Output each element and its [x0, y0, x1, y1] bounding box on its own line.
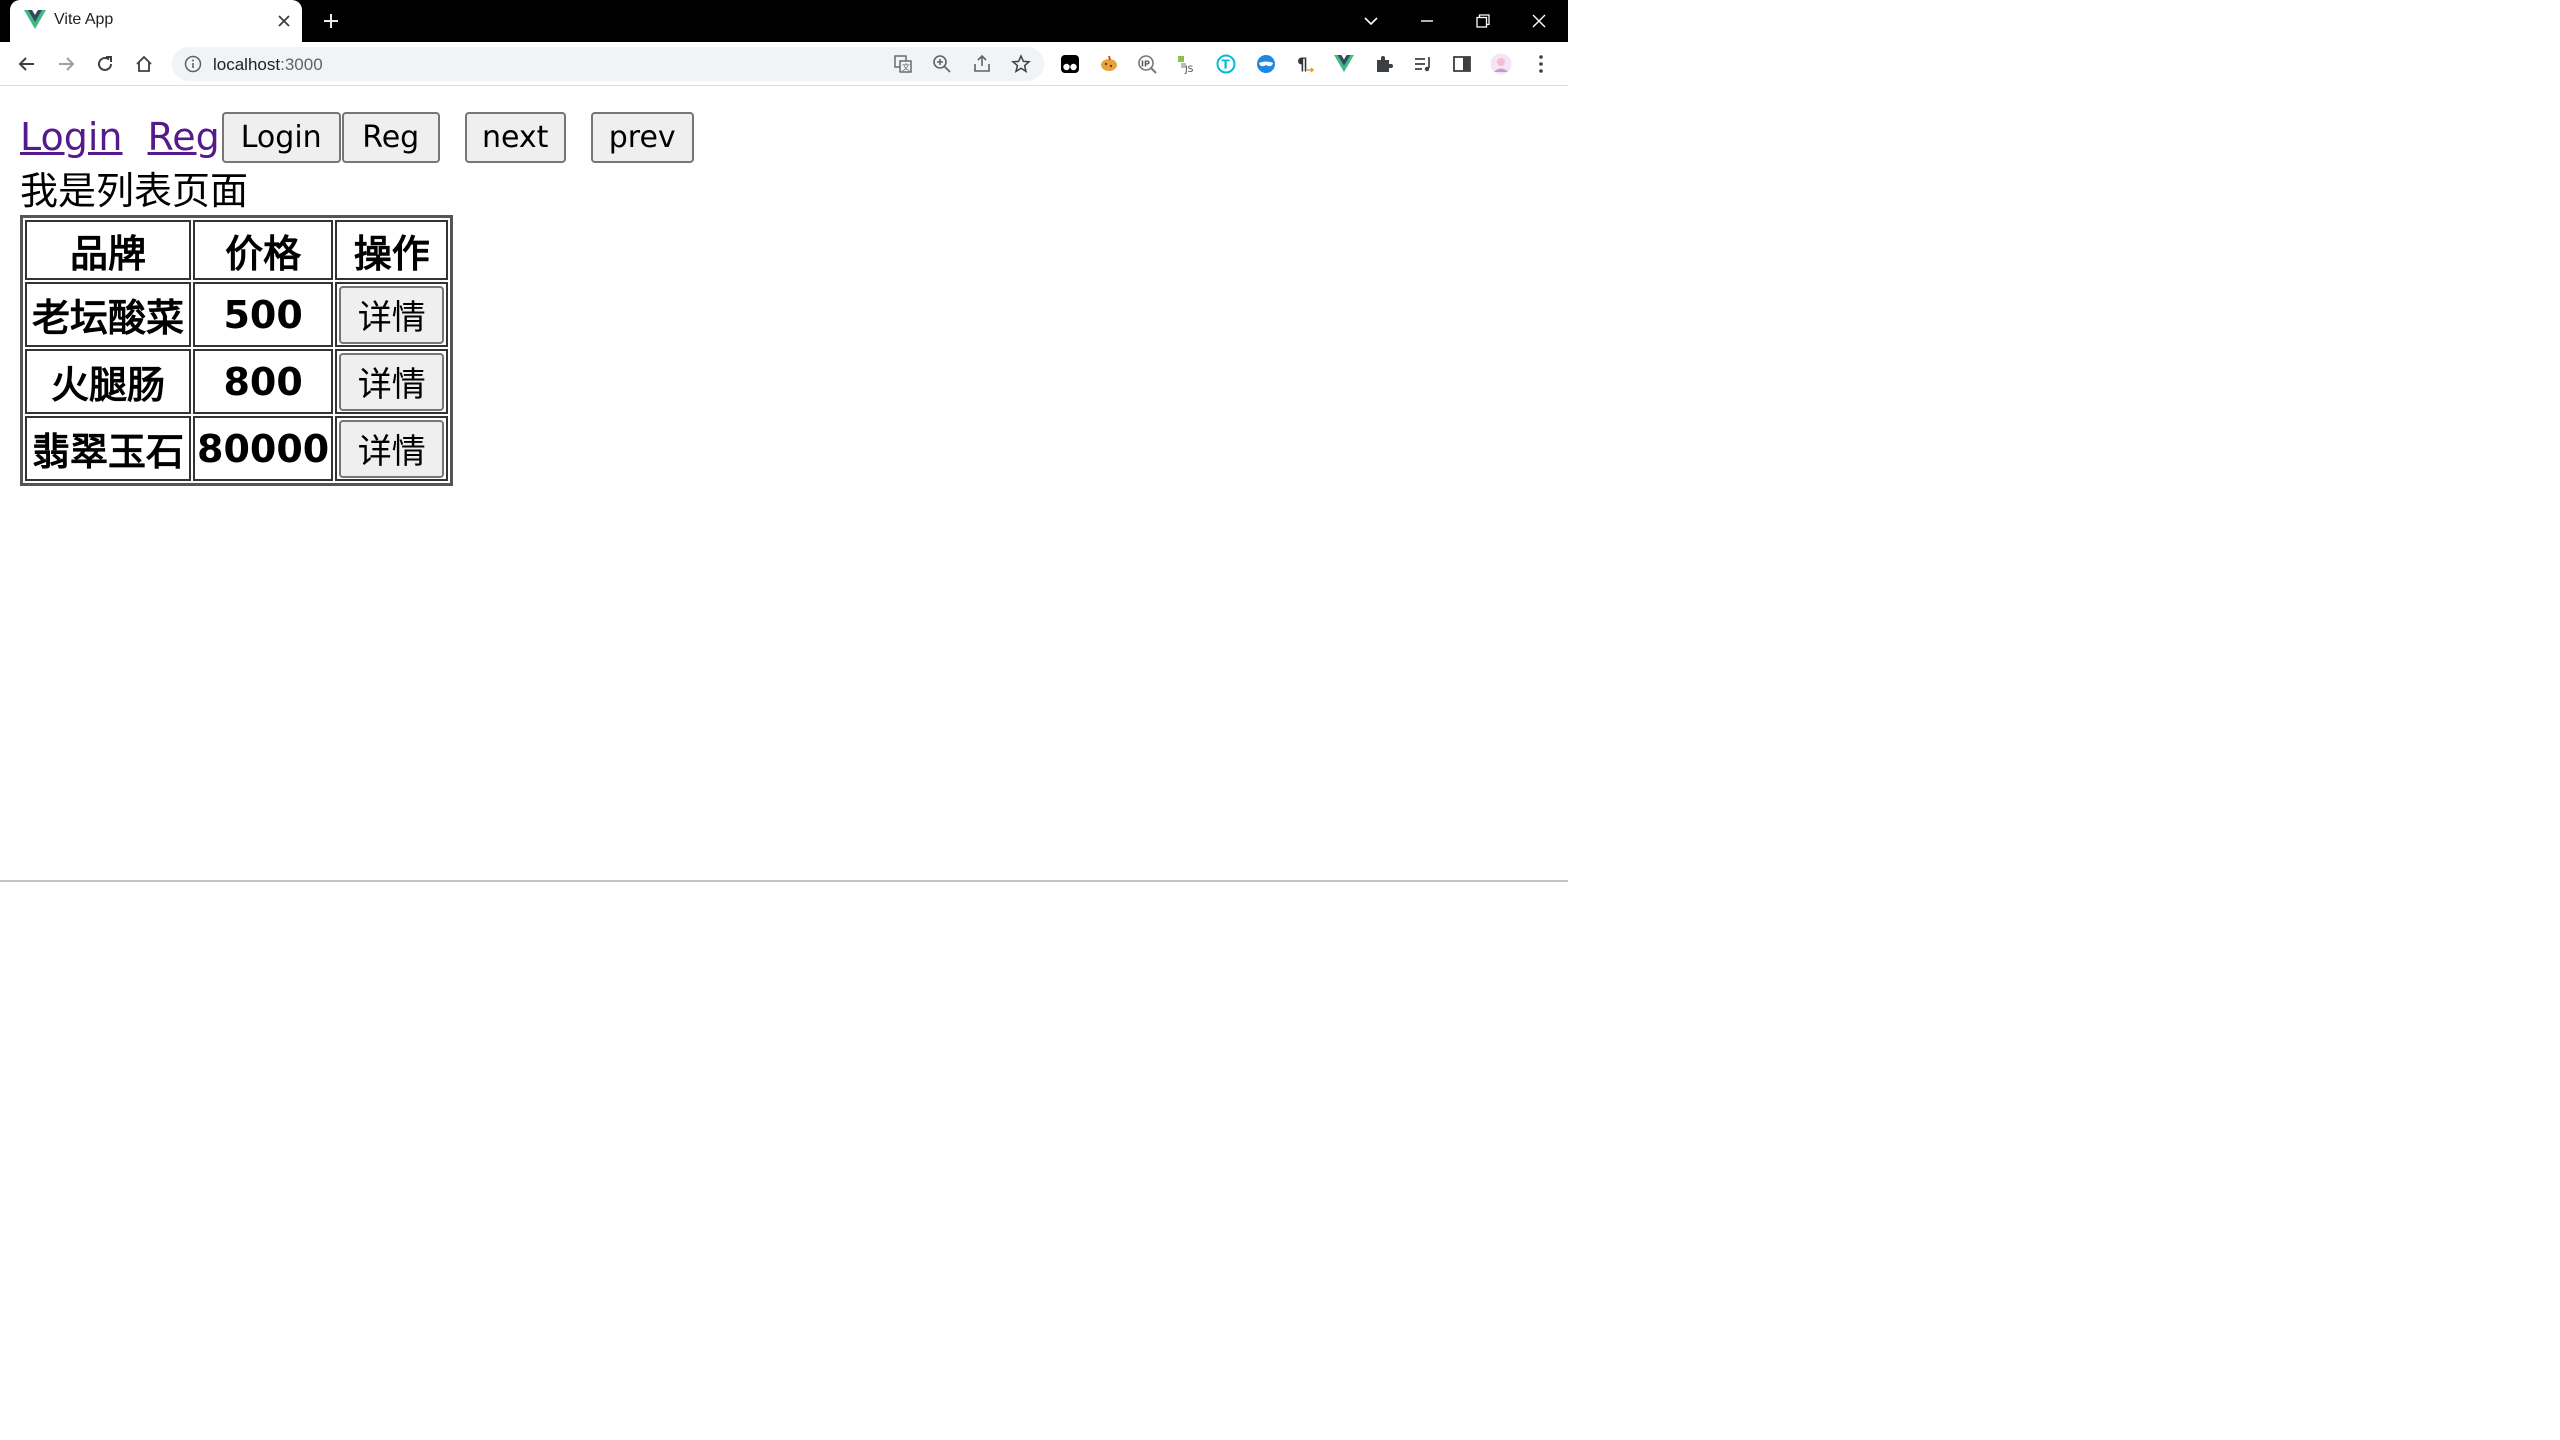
- column-header-brand: 品牌: [25, 220, 191, 280]
- reg-button[interactable]: Reg: [341, 111, 440, 163]
- table-row: 老坛酸菜 500 详情: [25, 282, 449, 347]
- side-panel-icon[interactable]: [1451, 53, 1473, 75]
- address-bar[interactable]: localhost:3000 文: [172, 47, 1044, 81]
- browser-tab[interactable]: Vite App: [10, 0, 302, 42]
- zoom-icon[interactable]: [931, 53, 953, 75]
- mask-icon[interactable]: [1255, 53, 1277, 75]
- cell-brand: 火腿肠: [25, 349, 191, 414]
- cell-brand: 翡翠玉石: [25, 416, 191, 481]
- url-port: :3000: [280, 55, 323, 74]
- nav-row: Login Reg Login Reg next prev: [20, 111, 694, 163]
- puzzle-icon[interactable]: [1373, 53, 1395, 75]
- vue-devtools-icon[interactable]: [1333, 53, 1355, 75]
- cell-brand: 老坛酸菜: [25, 282, 191, 347]
- cell-action: 详情: [335, 416, 449, 481]
- profile-avatar-icon[interactable]: [1490, 53, 1512, 75]
- js-icon[interactable]: JS: [1176, 53, 1198, 75]
- detail-button[interactable]: 详情: [339, 352, 445, 411]
- close-tab-icon[interactable]: [272, 9, 296, 33]
- url-text[interactable]: localhost:3000: [213, 55, 323, 75]
- svg-text:文: 文: [902, 62, 910, 72]
- column-header-price: 价格: [193, 220, 334, 280]
- media-control-icon[interactable]: [1412, 53, 1434, 75]
- cell-price: 800: [193, 349, 334, 414]
- login-button[interactable]: Login: [221, 111, 341, 163]
- table-row: 翡翠玉石 80000 详情: [25, 416, 449, 481]
- next-button[interactable]: next: [464, 111, 566, 163]
- translate-t-icon[interactable]: T: [1215, 53, 1237, 75]
- share-icon[interactable]: [971, 53, 993, 75]
- reg-link[interactable]: Reg: [148, 111, 220, 163]
- vue-logo-icon: [24, 10, 46, 29]
- column-header-action: 操作: [335, 220, 449, 280]
- restore-icon[interactable]: [1468, 6, 1498, 36]
- tampermonkey-icon[interactable]: [1059, 53, 1081, 75]
- tab-title: Vite App: [54, 11, 114, 28]
- kebab-menu-icon[interactable]: [1530, 53, 1552, 75]
- back-arrow-icon[interactable]: [12, 49, 42, 79]
- home-icon[interactable]: [129, 49, 159, 79]
- url-host: localhost: [213, 55, 281, 74]
- cell-price: 80000: [193, 416, 334, 481]
- svg-text:T: T: [1222, 58, 1231, 72]
- forward-arrow-icon[interactable]: [51, 49, 81, 79]
- page-content: Login Reg Login Reg next prev 我是列表页面 品牌 …: [0, 87, 1568, 882]
- prev-button[interactable]: prev: [590, 111, 694, 163]
- cell-action: 详情: [335, 282, 449, 347]
- cookie-icon[interactable]: [1098, 53, 1120, 75]
- translate-icon[interactable]: 文: [892, 53, 914, 75]
- ip-icon[interactable]: IP: [1137, 53, 1159, 75]
- table-row: 火腿肠 800 详情: [25, 349, 449, 414]
- cell-price: 500: [193, 282, 334, 347]
- reload-icon[interactable]: [90, 49, 120, 79]
- bookmark-star-icon[interactable]: [1010, 53, 1032, 75]
- product-table: 品牌 价格 操作 老坛酸菜 500 详情 火腿肠 800 详情 翡翠玉石 800…: [20, 215, 454, 486]
- login-link[interactable]: Login: [20, 111, 123, 163]
- minimize-icon[interactable]: [1412, 6, 1442, 36]
- cell-action: 详情: [335, 349, 449, 414]
- browser-toolbar: localhost:3000 文 IP JS T ¶: [0, 42, 1568, 86]
- detail-button[interactable]: 详情: [339, 285, 445, 344]
- close-window-icon[interactable]: [1524, 6, 1554, 36]
- table-header-row: 品牌 价格 操作: [25, 220, 449, 280]
- svg-text:IP: IP: [1141, 60, 1150, 69]
- svg-text:¶: ¶: [1297, 55, 1308, 74]
- page-title: 我是列表页面: [20, 169, 249, 213]
- paragraph-icon[interactable]: ¶: [1294, 53, 1316, 75]
- detail-button[interactable]: 详情: [339, 419, 445, 478]
- bottom-divider: [0, 880, 1568, 882]
- tab-strip: Vite App: [0, 0, 1568, 42]
- svg-text:JS: JS: [1184, 65, 1194, 74]
- new-tab-icon[interactable]: [318, 8, 344, 34]
- info-icon[interactable]: [184, 55, 202, 73]
- tab-search-chevron-icon[interactable]: [1356, 6, 1386, 36]
